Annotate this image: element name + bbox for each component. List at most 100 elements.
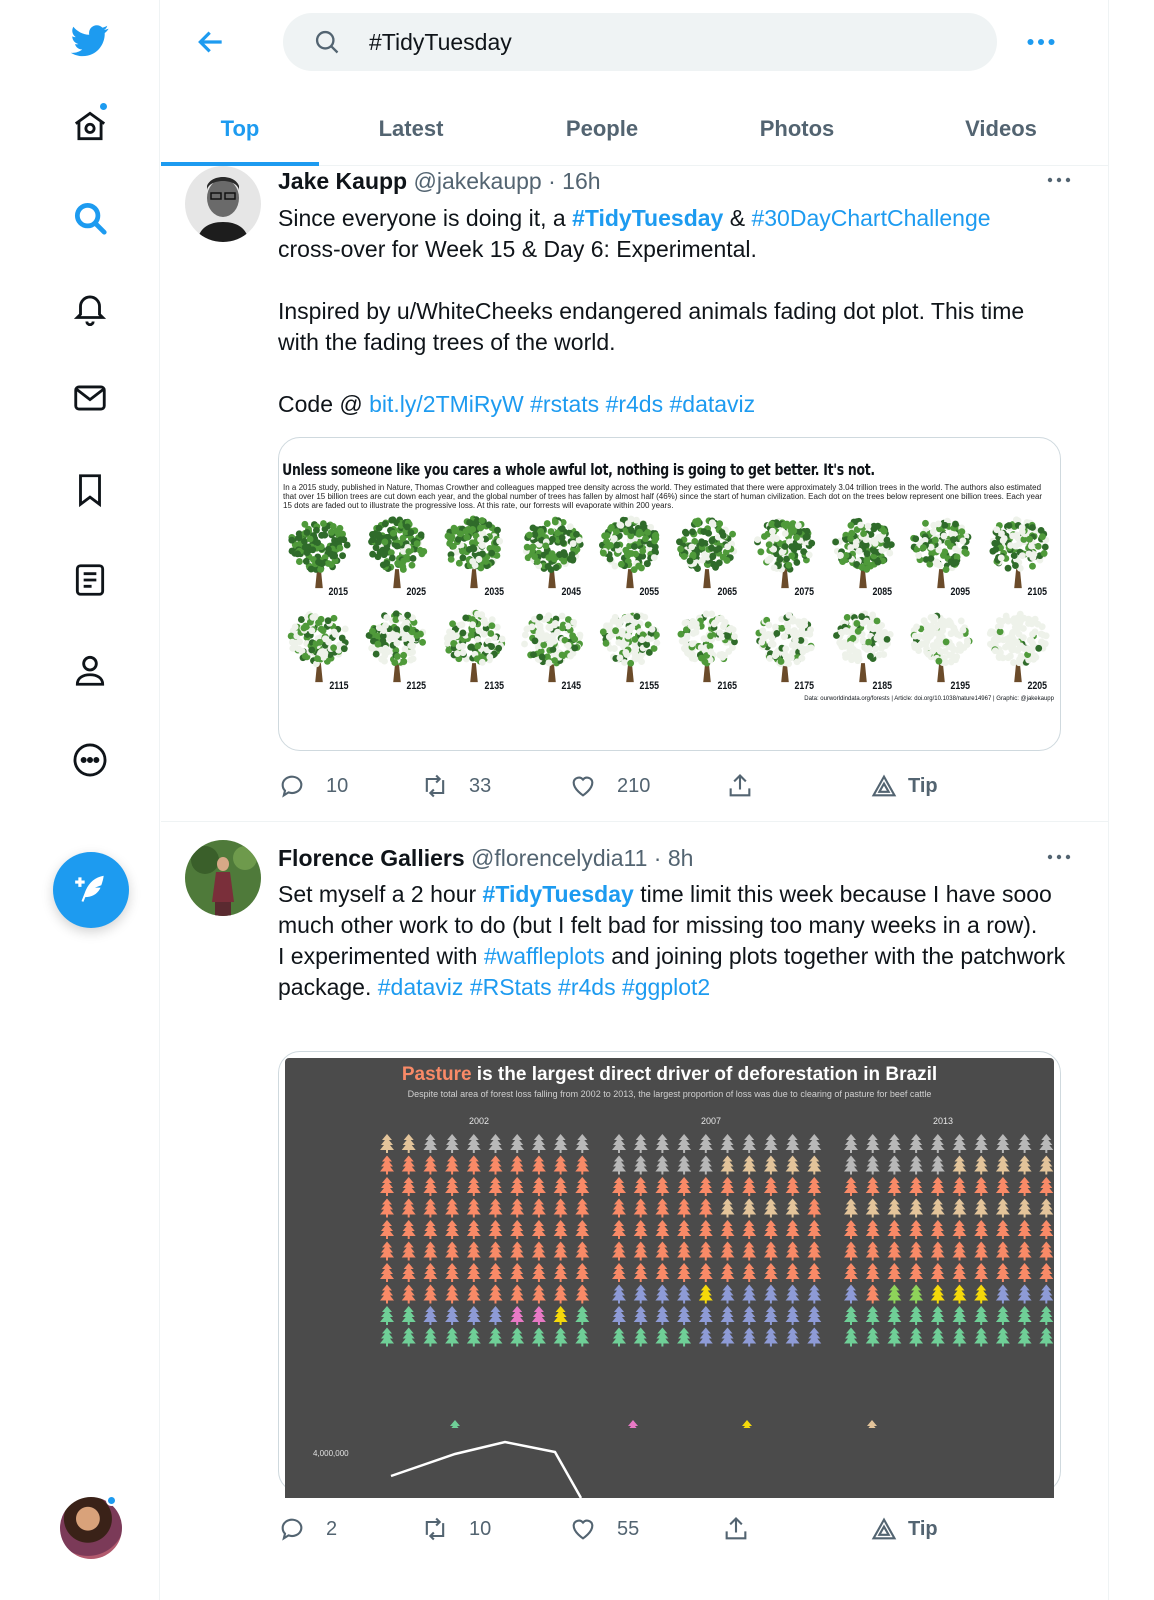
waffle-tree xyxy=(763,1263,778,1282)
waffle-tree xyxy=(974,1220,989,1239)
text-line: cross-over for Week 15 & Day 6: Experime… xyxy=(278,236,757,262)
waffle-tree xyxy=(655,1306,670,1325)
retweet-button[interactable]: 10 xyxy=(421,1513,491,1545)
back-arrow-icon[interactable] xyxy=(191,22,231,62)
waffle-tree xyxy=(952,1241,967,1261)
waffle-tree xyxy=(930,1155,945,1175)
profile-icon[interactable] xyxy=(62,642,118,698)
waffle-tree xyxy=(553,1198,568,1218)
retweet-count: 10 xyxy=(469,1517,492,1540)
author-handle[interactable]: @florencelydia11 xyxy=(471,845,647,871)
year-label: 2065 xyxy=(717,586,737,598)
search-input[interactable] xyxy=(369,28,929,56)
messages-mail-icon[interactable] xyxy=(62,370,118,426)
waffle-tree xyxy=(785,1220,800,1239)
waffle-tree xyxy=(466,1284,481,1304)
waffle-tree xyxy=(401,1134,416,1153)
compose-tweet-button[interactable] xyxy=(53,852,129,928)
twitter-logo-icon[interactable] xyxy=(62,12,118,68)
tab-people[interactable]: People xyxy=(503,92,701,165)
tab-top[interactable]: Top xyxy=(161,92,319,166)
share-button[interactable] xyxy=(726,770,754,802)
hashtag-link[interactable]: #RStats xyxy=(470,974,552,1000)
tree-row: 2015 2025 2035 2045 2055 2065 2075 2085 … xyxy=(279,514,1060,604)
lists-icon[interactable] xyxy=(62,552,118,608)
share-button[interactable] xyxy=(722,1513,750,1545)
tweet-header: Jake Kaupp @jakekaupp · 16h xyxy=(278,168,601,194)
waffle-tree xyxy=(909,1155,924,1175)
notifications-bell-icon[interactable] xyxy=(62,280,118,336)
waffle-tree xyxy=(887,1155,902,1175)
tip-button[interactable]: Tip xyxy=(870,770,938,802)
like-button[interactable]: 210 xyxy=(569,770,650,802)
share-icon xyxy=(725,1517,747,1540)
account-avatar[interactable] xyxy=(60,1495,122,1559)
waffle-tree xyxy=(995,1198,1010,1218)
tab-latest[interactable]: Latest xyxy=(319,92,503,165)
waffle-tree xyxy=(633,1198,648,1218)
tweet-time[interactable]: 16h xyxy=(562,168,600,194)
like-button[interactable]: 55 xyxy=(569,1513,639,1545)
hashtag-link[interactable]: #dataviz xyxy=(378,974,464,1000)
bookmarks-icon[interactable] xyxy=(62,462,118,518)
tip-button[interactable]: Tip xyxy=(870,1513,938,1545)
tree-graphic: 2125 xyxy=(361,608,439,698)
author-avatar[interactable] xyxy=(185,840,261,916)
author-name[interactable]: Jake Kaupp xyxy=(278,168,407,194)
hashtag-link[interactable]: #waffleplots xyxy=(484,943,605,969)
waffle-tree xyxy=(1017,1220,1032,1239)
tweet-more-icon[interactable] xyxy=(1039,168,1079,192)
waffle-tree xyxy=(677,1327,692,1347)
tweet-image[interactable]: Unless someone like you cares a whole aw… xyxy=(278,437,1061,751)
waffle-tree xyxy=(844,1327,858,1347)
waffle-tree xyxy=(930,1284,945,1304)
waffle-tree xyxy=(785,1177,800,1196)
waffle-tree xyxy=(909,1198,924,1218)
hashtag-link[interactable]: #rstats xyxy=(530,391,599,417)
explore-search-icon[interactable] xyxy=(62,190,118,246)
tweet-more-icon[interactable] xyxy=(1039,845,1079,869)
hashtag-link[interactable]: #ggplot2 xyxy=(622,974,710,1000)
tab-videos[interactable]: Videos xyxy=(893,92,1109,165)
tweet-image[interactable]: Pasture is the largest direct driver of … xyxy=(278,1051,1061,1493)
text-span: Code @ xyxy=(278,391,370,417)
hashtag-link[interactable]: #dataviz xyxy=(670,391,756,417)
waffle-tree xyxy=(531,1263,546,1282)
waffle-tree xyxy=(1017,1327,1032,1347)
more-options-icon[interactable] xyxy=(1019,26,1063,58)
author-avatar[interactable] xyxy=(185,166,261,242)
url-link[interactable]: bit.ly/2TMiRyW xyxy=(369,391,524,417)
more-icon[interactable] xyxy=(62,732,118,788)
hashtag-link[interactable]: #TidyTuesday xyxy=(483,881,634,907)
waffle-tree xyxy=(466,1263,481,1282)
image-subtitle: In a 2015 study, published in Nature, Th… xyxy=(283,483,1043,510)
waffle-tree xyxy=(763,1177,778,1196)
retweet-button[interactable]: 33 xyxy=(421,770,491,802)
hashtag-link[interactable]: #r4ds xyxy=(558,974,616,1000)
waffle-tree xyxy=(466,1198,481,1218)
tip-icon xyxy=(871,1517,897,1540)
tweet[interactable]: Jake Kaupp @jakekaupp · 16h Since everyo… xyxy=(161,166,1109,822)
waffle-tree xyxy=(865,1177,880,1196)
author-name[interactable]: Florence Galliers xyxy=(278,845,465,871)
hashtag-link[interactable]: #r4ds xyxy=(606,391,664,417)
like-count: 210 xyxy=(617,774,651,797)
waffle-tree xyxy=(1017,1198,1032,1218)
waffle-tree xyxy=(553,1284,568,1304)
hashtag-link[interactable]: #TidyTuesday xyxy=(572,205,723,231)
notification-dot xyxy=(98,101,109,112)
waffle-tree xyxy=(807,1198,822,1218)
reply-button[interactable]: 2 xyxy=(278,1513,337,1545)
tree-graphic: 2095 xyxy=(905,514,983,604)
home-icon[interactable] xyxy=(62,98,118,154)
search-bar[interactable] xyxy=(283,13,997,71)
hashtag-link[interactable]: #30DayChartChallenge xyxy=(751,205,990,231)
waffle-tree xyxy=(763,1220,778,1239)
waffle-tree xyxy=(887,1263,902,1282)
reply-button[interactable]: 10 xyxy=(278,770,348,802)
waffle-tree xyxy=(401,1327,416,1347)
tab-photos[interactable]: Photos xyxy=(701,92,893,165)
year-label: 2155 xyxy=(639,680,659,692)
author-handle[interactable]: @jakekaupp xyxy=(414,168,542,194)
tweet-time[interactable]: 8h xyxy=(668,845,694,871)
